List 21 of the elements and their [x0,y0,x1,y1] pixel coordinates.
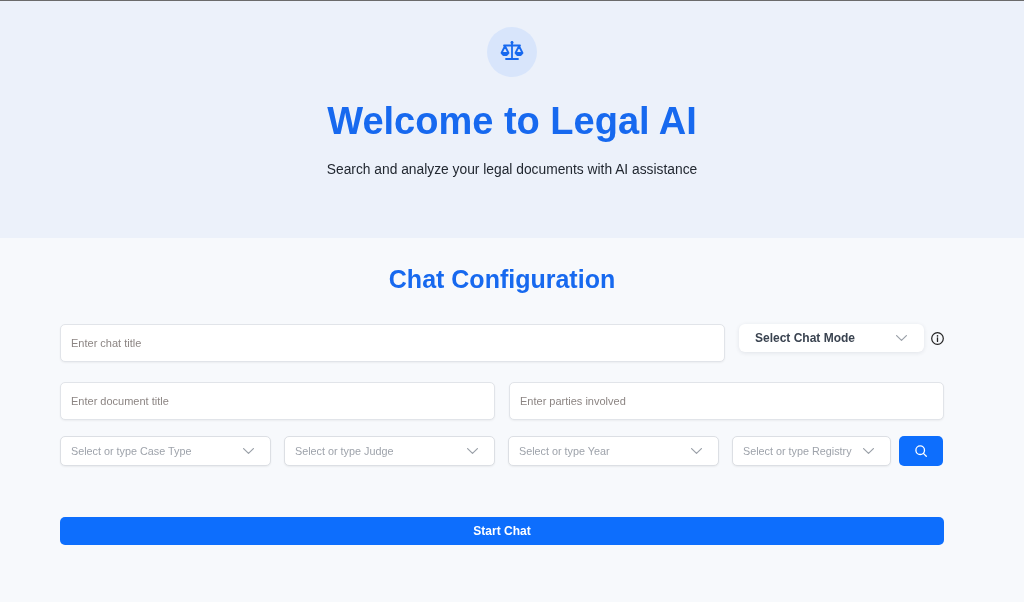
combo-box[interactable]: Select or type Judge [284,436,495,466]
page-subtitle: Search and analyze your legal documents with AI assistance [326,161,698,179]
chat-mode-dropdown[interactable]: Select Chat Mode [739,324,924,352]
combo-box[interactable]: Select or type Year [508,436,719,466]
document-title-field[interactable]: Enter document title [60,382,495,420]
info-icon[interactable] [931,331,944,345]
search-button[interactable] [899,436,943,466]
start-chat-button[interactable]: Start Chat [60,517,944,545]
page-title: Welcome to Legal AI [327,99,697,144]
search-icon [915,445,927,457]
combo-box[interactable]: Select or type Registry [732,436,891,466]
chevron-down-icon [243,448,254,454]
section-heading: Chat Configuration [388,264,616,294]
parties-field[interactable]: Enter parties involved [509,382,944,420]
combo-box[interactable]: Select or type Case Type [60,436,271,466]
scales-icon [487,27,537,77]
chevron-down-icon [896,335,907,341]
chevron-down-icon [467,448,478,454]
chat-title-field[interactable]: Enter chat title [60,324,725,362]
chevron-down-icon [863,448,874,454]
chevron-down-icon [691,448,702,454]
